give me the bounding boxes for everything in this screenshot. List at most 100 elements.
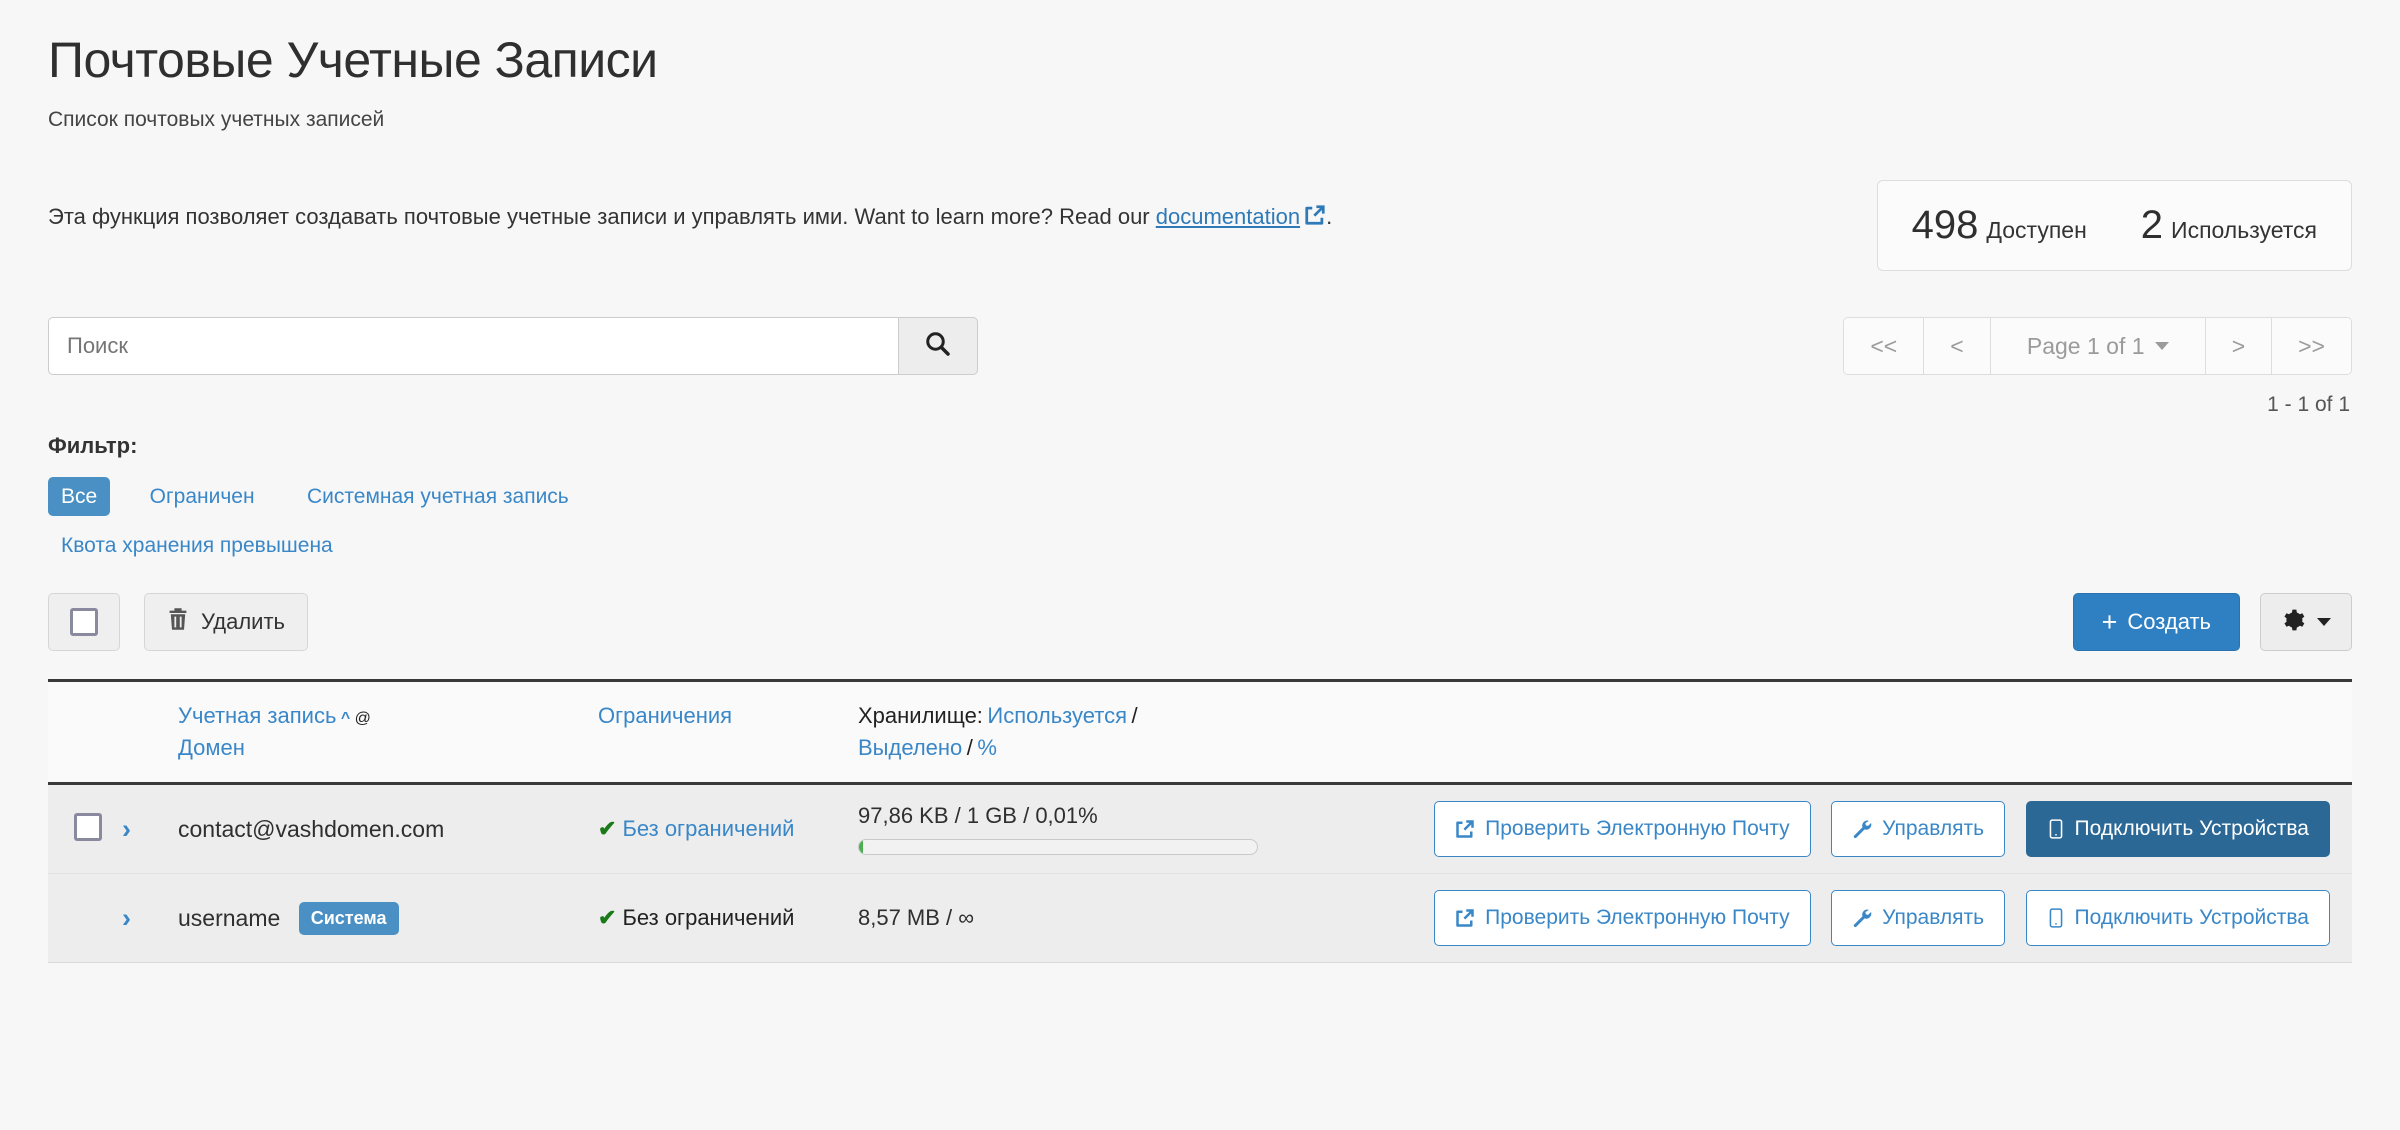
filter-chips-row-1: Все Ограничен Системная учетная запись	[48, 477, 2352, 517]
header-domain-link[interactable]: Домен	[178, 735, 245, 760]
connect-devices-button[interactable]: Подключить Устройства	[2025, 801, 2330, 858]
filter-chips-row-2: Квота хранения превышена	[48, 526, 2352, 565]
table-header-row: Учетная запись ^ @ Домен Ограничения Хра…	[48, 679, 2352, 786]
row-expand-cell[interactable]: ›	[112, 873, 168, 964]
create-button-label: Создать	[2127, 609, 2211, 635]
check-email-button[interactable]: Проверить Электронную Почту	[1434, 801, 1811, 858]
header-storage-used-link[interactable]: Используется	[987, 703, 1127, 728]
check-email-button[interactable]: Проверить Электронную Почту	[1434, 890, 1811, 947]
last-page-button[interactable]: >>	[2272, 318, 2351, 374]
row-storage-cell: 8,57 MB / ∞	[848, 873, 1298, 964]
header-storage-prefix: Хранилище:	[858, 703, 983, 729]
wrench-icon	[1852, 908, 1872, 928]
delete-button[interactable]: Удалить	[144, 593, 308, 652]
manage-button[interactable]: Управлять	[1831, 801, 2006, 858]
prev-page-button[interactable]: <	[1924, 318, 1991, 374]
sort-asc-icon[interactable]: ^	[341, 710, 350, 727]
row-expand-cell[interactable]: ›	[112, 783, 168, 875]
available-label: Доступен	[1986, 217, 2087, 243]
used-stat: 2 Используется	[2141, 203, 2317, 248]
header-restrictions: Ограничения	[588, 679, 848, 786]
check-email-label: Проверить Электронную Почту	[1485, 906, 1790, 930]
documentation-link[interactable]: documentation	[1156, 204, 1300, 229]
chevron-down-icon	[2154, 342, 2169, 350]
pagination-area: << < Page 1 of 1 > >> 1 - 1 of 1	[1843, 317, 2352, 417]
page-select[interactable]: Page 1 of 1	[1990, 318, 2206, 374]
header-expand-col	[112, 679, 168, 786]
search-button[interactable]	[898, 317, 978, 375]
row-actions-cell: Проверить Электронную Почту Управлять По…	[1298, 873, 2352, 964]
storage-progress-fill	[859, 840, 863, 855]
result-range: 1 - 1 of 1	[2267, 393, 2350, 416]
header-sep-2: /	[966, 735, 973, 761]
right-actions: + Создать	[2072, 593, 2352, 652]
page-subtitle: Список почтовых учетных записей	[48, 108, 385, 131]
external-link-icon	[1455, 908, 1475, 928]
search-icon	[923, 329, 953, 364]
row-account-cell: username Система	[168, 873, 588, 964]
row-restriction-cell: ✔ Без ограничений	[588, 783, 848, 875]
mobile-icon	[2047, 819, 2065, 839]
row-checkbox-cell	[48, 873, 112, 964]
header-storage-allocated-link[interactable]: Выделено	[858, 735, 962, 760]
checkbox-icon	[70, 608, 98, 637]
storage-value: 97,86 KB / 1 GB / 0,01%	[858, 803, 1098, 829]
external-link-icon	[1304, 204, 1326, 235]
used-value: 2	[2140, 203, 2164, 247]
manage-label: Управлять	[1882, 817, 1985, 841]
filter-chip-restricted[interactable]: Ограничен	[137, 477, 268, 516]
description-text-after: .	[1326, 204, 1333, 229]
filter-chip-quota-exceeded[interactable]: Квота хранения превышена	[61, 526, 346, 565]
table-header: Учетная запись ^ @ Домен Ограничения Хра…	[48, 679, 2352, 786]
header-storage-percent-link[interactable]: %	[977, 735, 997, 760]
header-restrictions-link[interactable]: Ограничения	[598, 703, 732, 728]
filter-chip-all[interactable]: Все	[48, 477, 111, 517]
row-account-cell: contact@vashdomen.com	[168, 783, 588, 875]
filter-chip-system-account[interactable]: Системная учетная запись	[294, 477, 582, 516]
description-text-before: Эта функция позволяет создавать почтовые…	[48, 204, 1156, 229]
row-checkbox-icon[interactable]	[74, 812, 102, 841]
chevron-right-icon[interactable]: ›	[122, 814, 131, 844]
restriction-label: Без ограничений	[622, 816, 795, 842]
create-button[interactable]: + Создать	[2072, 593, 2240, 652]
manage-button[interactable]: Управлять	[1831, 890, 2006, 947]
page-description: Эта функция позволяет создавать почтовые…	[48, 180, 1837, 235]
available-value: 498	[1911, 203, 1979, 247]
next-page-button[interactable]: >	[2205, 318, 2273, 374]
settings-dropdown-button[interactable]	[2260, 593, 2352, 652]
account-name: username	[178, 904, 281, 931]
intro-row: Эта функция позволяет создавать почтовые…	[48, 180, 2352, 271]
storage-progress-bar	[858, 839, 1258, 856]
table-row: › username Система ✔ Без ограничений 8,57…	[48, 873, 2352, 964]
external-link-icon	[1455, 819, 1475, 839]
row-checkbox-cell[interactable]	[48, 783, 112, 875]
system-badge: Система	[298, 901, 399, 935]
connect-devices-label: Подключить Устройства	[2074, 817, 2309, 841]
pagination: << < Page 1 of 1 > >>	[1843, 317, 2352, 375]
select-all-checkbox[interactable]	[48, 593, 120, 652]
mobile-icon	[2047, 908, 2065, 928]
header-storage: Хранилище: Используется / Выделено / %	[848, 679, 1298, 786]
storage-value: 8,57 MB / ∞	[858, 905, 974, 931]
restriction-label: Без ограничений	[622, 905, 795, 931]
chevron-down-icon	[2317, 618, 2331, 627]
page-select-label: Page 1 of 1	[2026, 332, 2145, 359]
page-title: Почтовые Учетные Записи	[48, 32, 658, 88]
first-page-button[interactable]: <<	[1844, 318, 1925, 374]
mail-accounts-table: Учетная запись ^ @ Домен Ограничения Хра…	[48, 679, 2352, 964]
action-bar: Удалить + Создать	[48, 593, 2352, 652]
connect-devices-label: Подключить Устройства	[2074, 906, 2309, 930]
header-account-link[interactable]: Учетная запись	[178, 703, 336, 728]
restriction-status: ✔ Без ограничений	[598, 905, 794, 930]
header-actions	[1298, 679, 2352, 786]
header-account: Учетная запись ^ @ Домен	[168, 679, 588, 786]
filter-label: Фильтр:	[48, 433, 138, 458]
header-sep-1: /	[1131, 703, 1138, 729]
connect-devices-button[interactable]: Подключить Устройства	[2025, 890, 2330, 947]
row-storage-cell: 97,86 KB / 1 GB / 0,01%	[848, 783, 1298, 875]
chevron-right-icon[interactable]: ›	[122, 903, 131, 933]
row-actions-cell: Проверить Электронную Почту Управлять По…	[1298, 783, 2352, 875]
search-bar	[48, 317, 978, 375]
manage-label: Управлять	[1882, 906, 1985, 930]
search-input[interactable]	[48, 317, 898, 375]
